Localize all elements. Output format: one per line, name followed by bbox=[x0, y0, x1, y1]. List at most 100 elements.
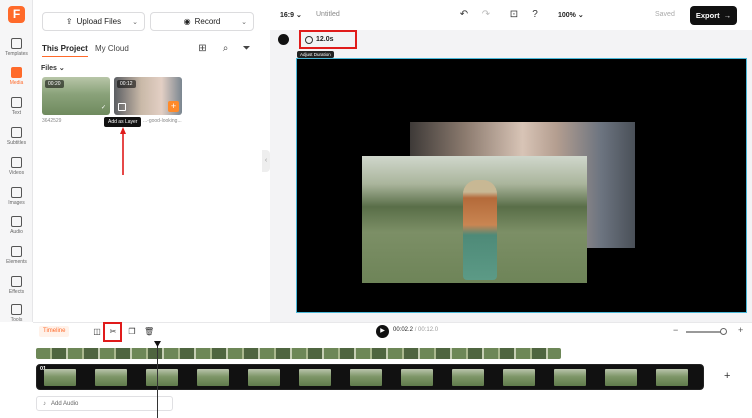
background-color-swatch[interactable] bbox=[278, 34, 289, 45]
left-rail: F Templates Media Text Subtitles Videos … bbox=[0, 0, 33, 323]
zoom-value: 100% bbox=[558, 12, 576, 19]
rail-item-label: Images bbox=[8, 200, 25, 206]
upload-icon: ⇪ bbox=[65, 17, 73, 26]
file-name: ...-good-looking... bbox=[143, 118, 182, 124]
media-panel: ⇪ Upload Files ⌄ ◉ Record ⌄ This Project… bbox=[33, 0, 262, 322]
add-clip-icon[interactable]: + bbox=[724, 370, 730, 382]
media-thumbnail[interactable]: 00:20 ✓ bbox=[42, 77, 110, 115]
chevron-down-icon[interactable]: ⌄ bbox=[241, 18, 247, 26]
rail-item-label: Templates bbox=[5, 51, 28, 57]
tab-my-cloud[interactable]: My Cloud bbox=[95, 44, 129, 53]
add-audio-label: Add Audio bbox=[51, 400, 79, 407]
duplicate-icon[interactable]: ❐ bbox=[127, 326, 137, 337]
rail-item-label: Text bbox=[11, 110, 22, 116]
rail-item-templates[interactable]: Templates bbox=[0, 38, 33, 57]
track-frame bbox=[146, 369, 178, 386]
record-icon: ◉ bbox=[183, 17, 191, 26]
track-frame bbox=[95, 369, 127, 386]
adjust-duration-tooltip: Adjust Duration bbox=[297, 51, 334, 58]
track-frame bbox=[197, 369, 229, 386]
rail-item-label: Media bbox=[9, 80, 24, 86]
upload-label: Upload Files bbox=[76, 17, 122, 26]
media-icon bbox=[11, 67, 22, 78]
split-audio-icon[interactable]: ◫ bbox=[92, 326, 102, 337]
rail-item-elements[interactable]: Elements bbox=[0, 246, 33, 265]
timeline-zoom-handle[interactable] bbox=[720, 328, 727, 335]
add-layer-icon[interactable] bbox=[118, 103, 126, 111]
record-button[interactable]: ◉ Record ⌄ bbox=[150, 12, 254, 31]
elements-icon bbox=[11, 246, 22, 257]
zoom-dropdown[interactable]: 100% ⌄ bbox=[558, 11, 584, 19]
rail-item-label: Audio bbox=[10, 229, 23, 235]
add-audio-button[interactable]: ♪ Add Audio bbox=[36, 396, 173, 411]
file-name: 3642529 bbox=[42, 118, 62, 124]
annotation-arrow bbox=[120, 127, 126, 175]
record-label: Record bbox=[194, 17, 221, 26]
timeline-toggle-button[interactable]: Timeline bbox=[39, 326, 70, 337]
zoom-out-icon[interactable]: − bbox=[673, 325, 678, 335]
aspect-ratio-value: 16:9 bbox=[280, 12, 295, 19]
rail-item-label: Subtitles bbox=[6, 140, 27, 146]
rail-item-images[interactable]: Images bbox=[0, 187, 33, 206]
rail-item-tools[interactable]: Tools bbox=[0, 304, 33, 323]
music-note-icon: ♪ bbox=[43, 400, 46, 407]
collapse-panel-handle[interactable]: ‹ bbox=[262, 150, 270, 172]
help-icon[interactable]: ? bbox=[529, 9, 541, 21]
track-frame bbox=[299, 369, 331, 386]
top-bar: 16:9 ⌄ Untitled ↶ ↷ ⊡ ? 100% ⌄ Saved Exp… bbox=[270, 0, 752, 30]
search-icon[interactable]: ⌕ bbox=[219, 42, 232, 55]
track-frame bbox=[605, 369, 637, 386]
export-label: Export bbox=[695, 11, 720, 20]
media-thumbnail[interactable]: 00:12 + bbox=[114, 77, 182, 115]
tab-this-project[interactable]: This Project bbox=[42, 44, 88, 57]
aspect-ratio-dropdown[interactable]: 16:9 ⌄ bbox=[280, 11, 302, 19]
videos-icon bbox=[11, 157, 22, 168]
add-as-layer-tooltip: Add as Layer bbox=[104, 117, 142, 127]
audio-icon bbox=[11, 216, 22, 227]
rail-item-subtitles[interactable]: Subtitles bbox=[0, 127, 33, 146]
redo-icon[interactable]: ↷ bbox=[480, 9, 492, 21]
zoom-in-icon[interactable]: + bbox=[738, 325, 743, 335]
duration-value: 12.0s bbox=[316, 36, 334, 43]
clock-icon bbox=[305, 35, 313, 44]
arrow-right-icon: → bbox=[723, 11, 732, 20]
total-time: / 00:12.0 bbox=[414, 327, 439, 333]
app-logo[interactable]: F bbox=[8, 6, 25, 23]
tools-icon bbox=[11, 304, 22, 315]
add-to-timeline-button[interactable]: + bbox=[168, 101, 179, 112]
rail-item-text[interactable]: Text bbox=[0, 97, 33, 116]
overlay-track-clip[interactable] bbox=[36, 348, 561, 359]
export-button[interactable]: Export → bbox=[690, 6, 737, 25]
new-folder-icon[interactable]: ⊞ bbox=[196, 42, 209, 55]
rail-item-media[interactable]: Media bbox=[0, 67, 33, 86]
files-label: Files bbox=[41, 65, 57, 72]
duration-badge: 00:20 bbox=[45, 80, 64, 88]
adjust-duration-button[interactable]: 12.0s bbox=[299, 30, 357, 49]
track-frame bbox=[452, 369, 484, 386]
split-highlight-box bbox=[103, 322, 122, 342]
playback-time: 00:02.2 / 00:12.0 bbox=[393, 327, 438, 333]
track-frame bbox=[554, 369, 586, 386]
save-status: Saved bbox=[655, 11, 675, 18]
rail-item-audio[interactable]: Audio bbox=[0, 216, 33, 235]
project-title[interactable]: Untitled bbox=[316, 11, 340, 18]
upload-files-button[interactable]: ⇪ Upload Files ⌄ bbox=[42, 12, 145, 31]
duration-badge: 00:12 bbox=[117, 80, 136, 88]
video-subject bbox=[463, 180, 497, 280]
timeline-label: Timeline bbox=[43, 328, 66, 334]
filter-icon[interactable]: ⏷ bbox=[240, 42, 253, 55]
play-button[interactable]: ▶ bbox=[376, 325, 389, 338]
delete-icon[interactable]: 🗑 bbox=[144, 326, 154, 337]
check-icon: ✓ bbox=[100, 105, 106, 111]
templates-icon bbox=[11, 38, 22, 49]
rail-item-label: Effects bbox=[8, 289, 25, 295]
playhead-line[interactable] bbox=[157, 342, 158, 418]
screenshot-icon[interactable]: ⊡ bbox=[508, 9, 520, 21]
undo-icon[interactable]: ↶ bbox=[458, 9, 470, 21]
files-dropdown[interactable]: Files ⌄ bbox=[41, 64, 65, 72]
current-time: 00:02.2 bbox=[393, 327, 414, 333]
rail-item-videos[interactable]: Videos bbox=[0, 157, 33, 176]
chevron-down-icon[interactable]: ⌄ bbox=[132, 18, 138, 26]
rail-item-effects[interactable]: Effects bbox=[0, 276, 33, 295]
track-frame bbox=[44, 369, 76, 386]
